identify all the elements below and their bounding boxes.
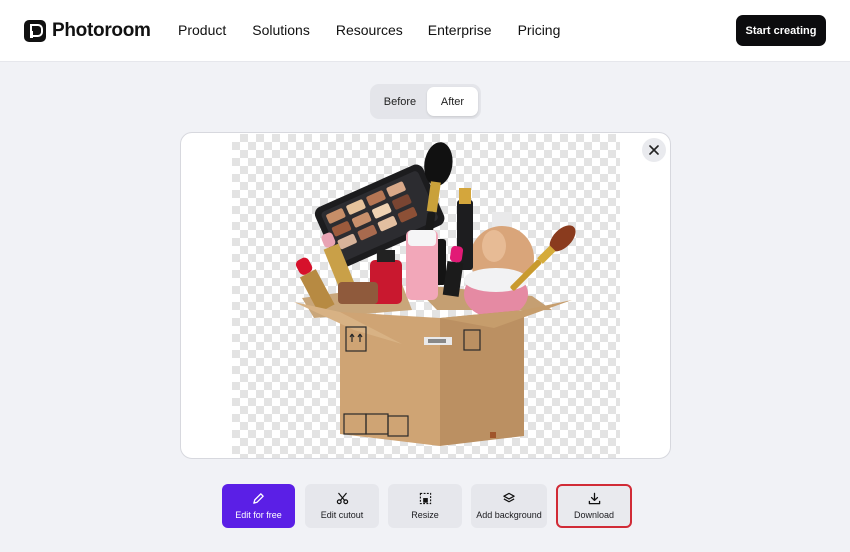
scissors-icon [336, 492, 348, 505]
start-creating-button[interactable]: Start creating [736, 15, 826, 46]
before-after-toggle: Before After [370, 84, 481, 119]
resize-label: Resize [411, 510, 439, 520]
after-tab[interactable]: After [426, 87, 478, 116]
edit-for-free-button[interactable]: Edit for free [222, 484, 295, 528]
layers-icon [503, 492, 515, 503]
nav-solutions[interactable]: Solutions [252, 22, 310, 38]
nav-pricing[interactable]: Pricing [518, 22, 561, 38]
add-background-button[interactable]: Add background [471, 484, 547, 528]
pencil-icon [253, 493, 264, 504]
edit-for-free-label: Edit for free [235, 510, 282, 520]
logo-text: Photoroom [52, 20, 151, 41]
download-icon [588, 492, 600, 505]
before-tab[interactable]: Before [373, 87, 427, 116]
makeup-box-image [294, 142, 576, 446]
download-label: Download [573, 510, 615, 520]
resize-button[interactable]: Resize [388, 484, 462, 528]
main-nav: Product Solutions Resources Enterprise P… [178, 22, 560, 38]
logo-icon [24, 20, 46, 42]
nav-resources[interactable]: Resources [336, 22, 403, 38]
action-bar: Edit for free Edit cutout Resize Add bac… [0, 484, 850, 528]
nav-enterprise[interactable]: Enterprise [428, 22, 492, 38]
top-navigation-bar: Photoroom Product Solutions Resources En… [0, 0, 850, 62]
close-icon [649, 145, 659, 155]
download-button[interactable]: Download [556, 484, 632, 528]
logo[interactable]: Photoroom [24, 18, 151, 44]
preview-card [180, 132, 671, 459]
edit-cutout-button[interactable]: Edit cutout [305, 484, 379, 528]
nav-product[interactable]: Product [178, 22, 226, 38]
close-button[interactable] [642, 138, 666, 162]
add-background-label: Add background [476, 510, 542, 520]
edit-cutout-label: Edit cutout [320, 510, 364, 520]
resize-icon [419, 492, 431, 505]
